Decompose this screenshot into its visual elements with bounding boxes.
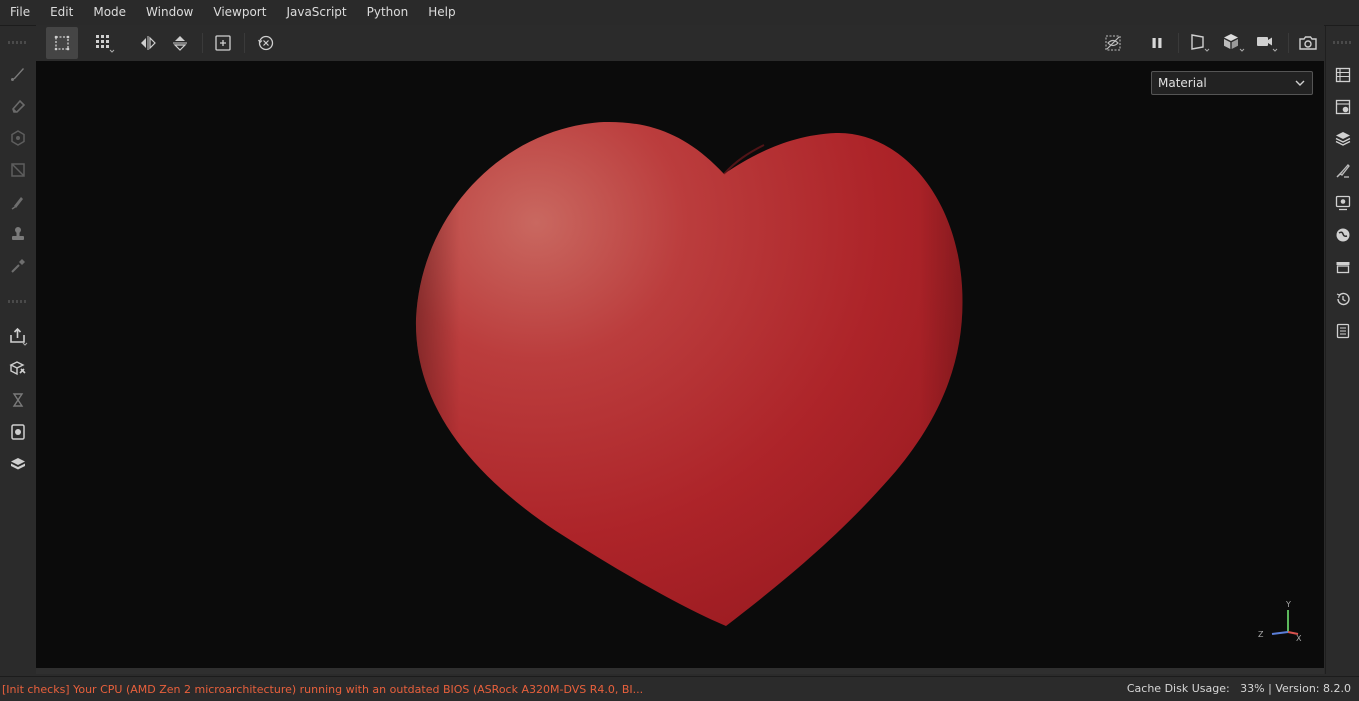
smudge-tool-button[interactable] [4, 188, 32, 216]
viewer-settings-button[interactable] [1329, 221, 1357, 249]
heart-model [415, 121, 963, 627]
reset-history-icon [258, 35, 274, 51]
menu-bar: File Edit Mode Window Viewport JavaScrip… [0, 0, 1359, 26]
3d-viewport[interactable]: Material Y Z X [36, 61, 1324, 668]
panel-grip-right[interactable] [1333, 41, 1353, 44]
axis-gizmo: Y Z X [1254, 596, 1304, 646]
menu-edit[interactable]: Edit [40, 0, 83, 25]
grid-dots-icon [96, 35, 115, 53]
history-button[interactable] [1329, 285, 1357, 313]
mirror-horizontal-icon [141, 36, 156, 50]
export-icon [10, 327, 28, 346]
chevron-down-icon [1295, 80, 1305, 86]
pause-icon [1152, 38, 1162, 48]
color-picker-icon [11, 259, 25, 273]
hourglass-button[interactable] [4, 386, 32, 414]
export-button[interactable] [4, 322, 32, 350]
smudge-icon [11, 197, 23, 210]
shelf-button[interactable] [1329, 253, 1357, 281]
layers-button[interactable] [1329, 125, 1357, 153]
status-right: Cache Disk Usage: 33% | Version: 8.2.0 [1127, 677, 1351, 701]
axis-y-label: Y [1286, 600, 1291, 609]
log-icon [1336, 323, 1350, 339]
iray-icon [11, 424, 25, 440]
axis-z-label: Z [1258, 630, 1264, 639]
texture-set-settings-button[interactable] [1329, 93, 1357, 121]
mirror-vertical-button[interactable] [164, 27, 196, 59]
bake-button[interactable] [4, 354, 32, 382]
iray-button[interactable] [4, 418, 32, 446]
shelf-cube-icon [11, 458, 25, 470]
cache-label: Cache Disk Usage: [1126, 682, 1230, 695]
viewport-bottom-strip [36, 668, 1324, 674]
grid-dots-button[interactable] [89, 27, 121, 59]
menu-mode[interactable]: Mode [83, 0, 136, 25]
clone-stamp-tool-button[interactable] [4, 220, 32, 248]
camera-video-icon [1257, 37, 1278, 52]
menu-python[interactable]: Python [357, 0, 419, 25]
perspective-button[interactable] [1185, 27, 1217, 59]
mirror-horizontal-button[interactable] [132, 27, 164, 59]
log-button[interactable] [1329, 317, 1357, 345]
clone-stamp-icon [12, 227, 24, 240]
axis-x-label: X [1296, 634, 1302, 643]
color-picker-tool-button[interactable] [4, 252, 32, 280]
cube-icon [1224, 34, 1245, 52]
hide-visibility-button[interactable] [1097, 27, 1129, 59]
projection-icon [11, 130, 25, 146]
display-settings-icon [1335, 195, 1351, 211]
render-mode-dropdown[interactable]: Material [1151, 71, 1313, 95]
status-message[interactable]: [Init checks] Your CPU (AMD Zen 2 microa… [0, 683, 643, 696]
select-rectangle-button[interactable] [46, 27, 78, 59]
hide-visibility-icon [1105, 35, 1121, 51]
panel-grip[interactable] [8, 41, 28, 44]
camera-video-button[interactable] [1251, 27, 1283, 59]
perspective-icon [1191, 34, 1210, 52]
texture-set-list-button[interactable] [1329, 61, 1357, 89]
bake-icon [9, 361, 26, 376]
texture-set-list-icon [1335, 67, 1351, 83]
panel-grip-2[interactable] [8, 300, 28, 303]
toolbar [36, 25, 1324, 61]
cube-view-button[interactable] [1218, 27, 1250, 59]
properties-button[interactable] [1329, 157, 1357, 185]
eraser-tool-button[interactable] [4, 92, 32, 120]
version-label: Version: 8.2.0 [1275, 682, 1351, 695]
brush-tool-button[interactable] [4, 60, 32, 88]
frame-button[interactable] [207, 27, 239, 59]
menu-window[interactable]: Window [136, 0, 203, 25]
select-rectangle-icon [54, 35, 70, 51]
frame-icon [215, 35, 231, 51]
menu-file[interactable]: File [0, 0, 40, 25]
display-settings-button[interactable] [1329, 189, 1357, 217]
shelf-icon [1336, 262, 1350, 274]
menu-help[interactable]: Help [418, 0, 465, 25]
right-panel-bar [1325, 26, 1359, 674]
reset-history-button[interactable] [250, 27, 282, 59]
menu-javascript[interactable]: JavaScript [276, 0, 356, 25]
brush-icon [11, 68, 24, 81]
status-bar: [Init checks] Your CPU (AMD Zen 2 microa… [0, 676, 1359, 701]
eraser-icon [12, 99, 26, 113]
left-tool-panel [0, 26, 37, 674]
viewer-settings-icon [1336, 228, 1350, 242]
pause-button[interactable] [1141, 27, 1173, 59]
layers-icon [1335, 132, 1351, 146]
screenshot-icon [1299, 36, 1317, 50]
projection-tool-button[interactable] [4, 124, 32, 152]
polyfill-icon [11, 163, 25, 177]
mirror-vertical-icon [173, 36, 187, 51]
render-mode-value: Material [1158, 76, 1207, 90]
menu-viewport[interactable]: Viewport [203, 0, 276, 25]
hourglass-icon [12, 393, 24, 407]
polyfill-tool-button[interactable] [4, 156, 32, 184]
cache-value: 33% [1240, 682, 1265, 695]
texture-set-settings-icon [1335, 99, 1351, 115]
status-separator: | [1268, 682, 1272, 695]
screenshot-button[interactable] [1292, 27, 1324, 59]
shelf-cube-button[interactable] [4, 450, 32, 478]
history-icon [1336, 292, 1350, 306]
properties-icon [1336, 164, 1350, 178]
